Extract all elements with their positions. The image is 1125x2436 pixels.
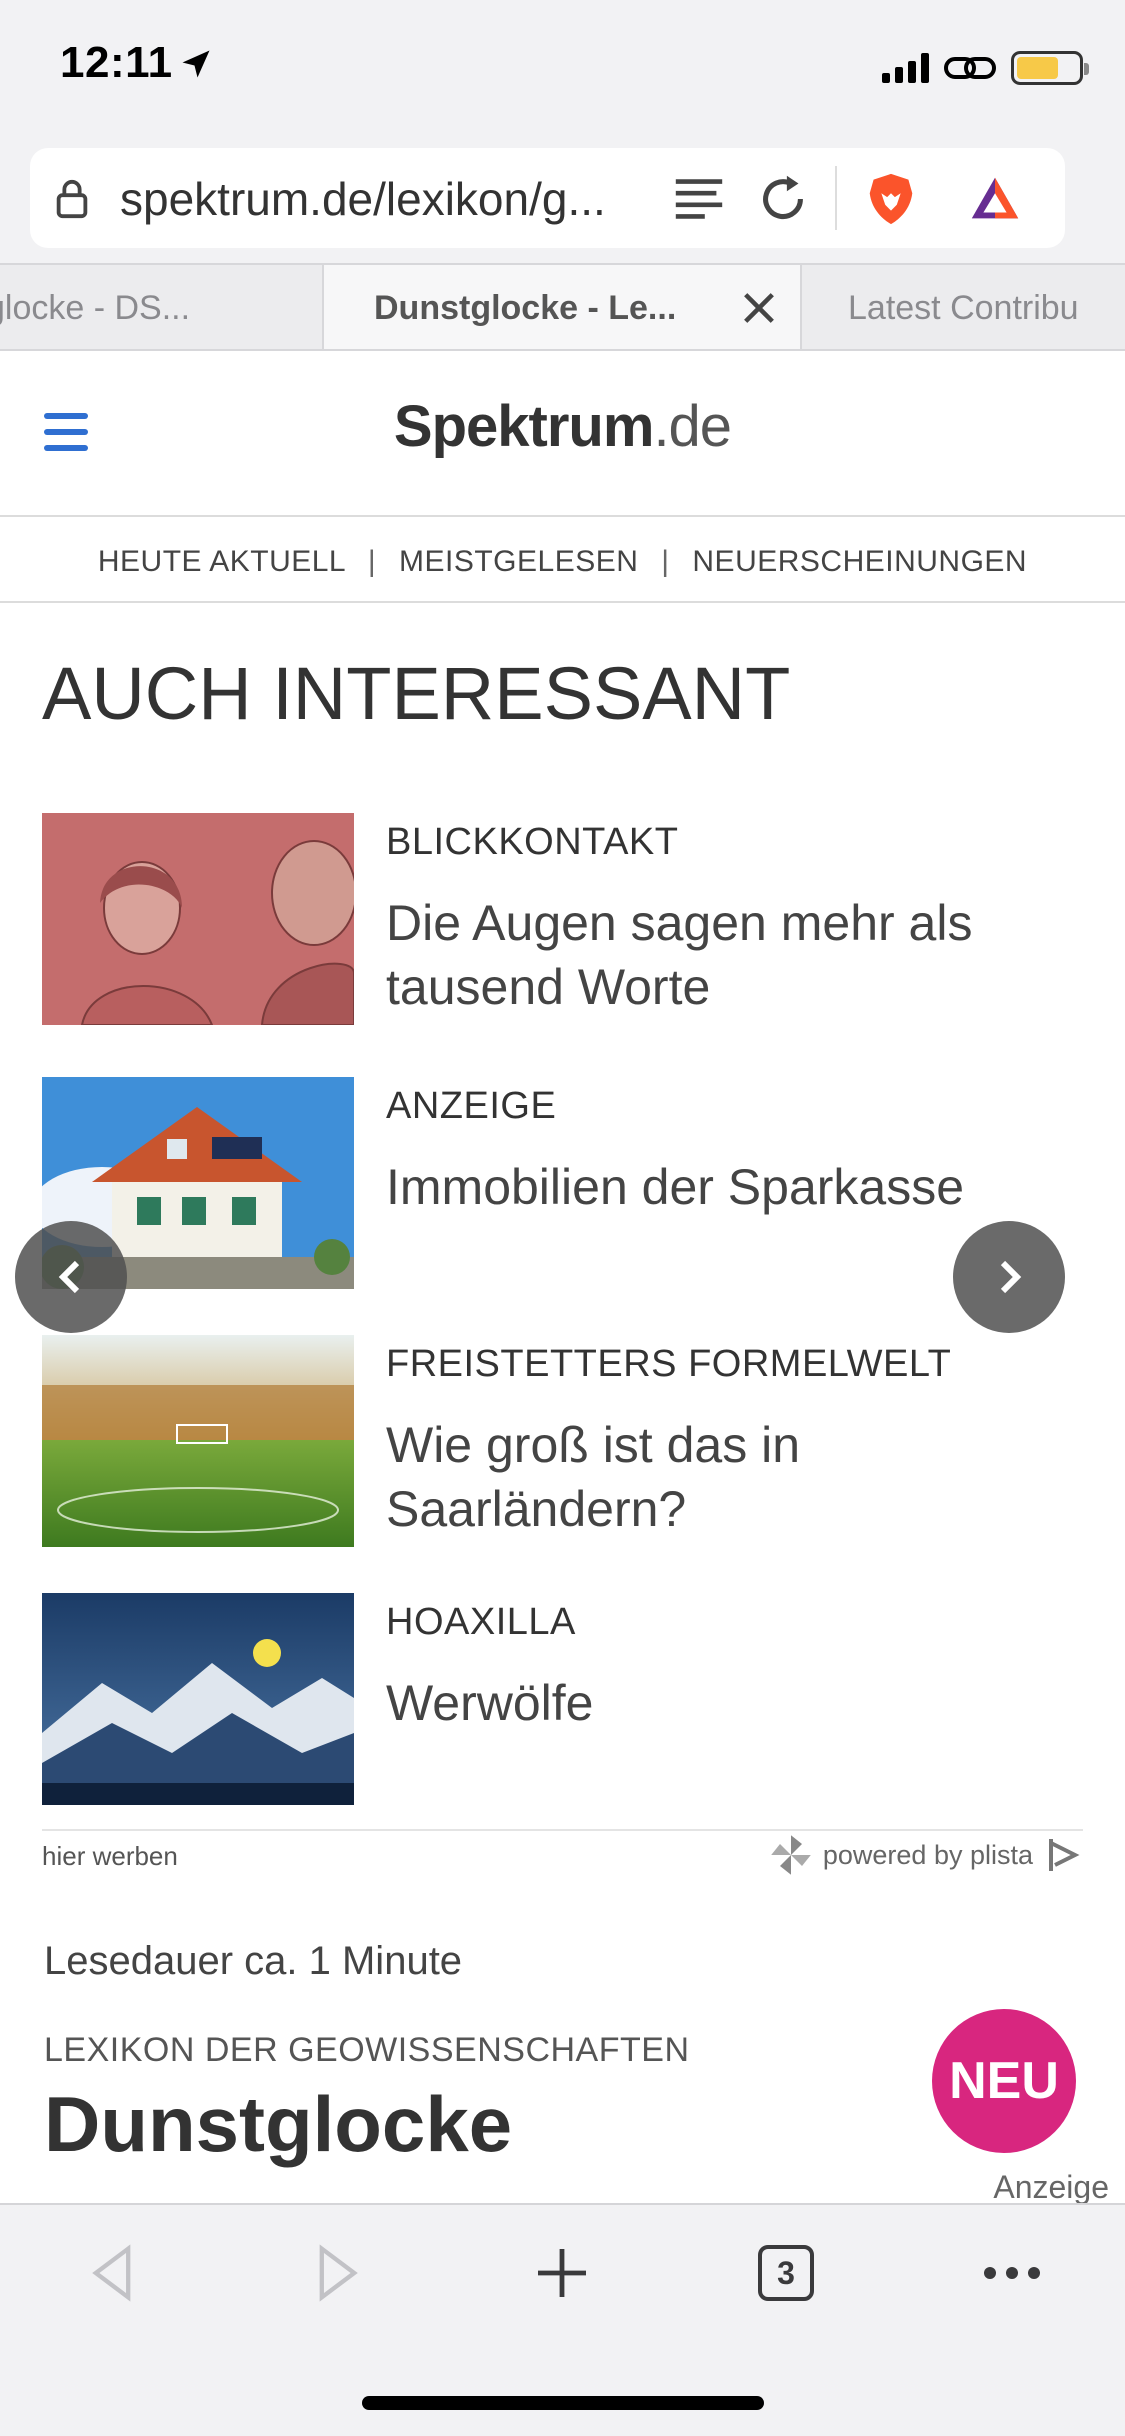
item-title[interactable]: Werwölfe (386, 1671, 1086, 1735)
tab-previous[interactable]: glocke - DS... (0, 265, 322, 349)
neu-badge[interactable]: NEU (932, 2009, 1076, 2153)
forward-button[interactable] (298, 2233, 378, 2313)
recommendation-item[interactable]: BLICKKONTAKT Die Augen sagen mehr als ta… (42, 813, 1082, 1025)
carousel-prev-button[interactable] (15, 1221, 127, 1333)
lock-icon (56, 179, 88, 219)
more-menu-button[interactable] (972, 2233, 1052, 2313)
recommendation-item[interactable]: HOAXILLA Werwölfe (42, 1593, 1082, 1805)
close-icon[interactable] (740, 289, 778, 327)
plista-logo-icon (1049, 1839, 1080, 1871)
item-kicker: ANZEIGE (386, 1085, 557, 1127)
chevron-left-icon (58, 1260, 80, 1294)
item-kicker: HOAXILLA (386, 1601, 576, 1643)
url-divider (835, 166, 837, 230)
more-dots-icon (984, 2267, 1040, 2279)
home-indicator[interactable] (362, 2396, 764, 2410)
thumbnail-eye-contact-illustration (42, 813, 354, 1025)
battery-charging-icon (1011, 51, 1089, 85)
powered-by-text: powered by plista (822, 1839, 1033, 1870)
subnav-separator: | (661, 545, 670, 578)
status-bar: 12:11 (0, 0, 1125, 140)
reload-icon[interactable] (754, 170, 812, 228)
article-category[interactable]: LEXIKON DER GEOWISSENSCHAFTEN (44, 2031, 690, 2070)
reading-time: Lesedauer ca. 1 Minute (44, 1939, 463, 1983)
item-title[interactable]: Wie groß ist das in Saarländern? (386, 1413, 1086, 1541)
link-icon (944, 57, 996, 79)
thumbnail-mountain-moon (42, 1593, 354, 1805)
recommendation-item[interactable]: ANZEIGE Immobilien der Sparkasse (42, 1077, 1082, 1289)
plus-icon (538, 2249, 586, 2297)
logo-suffix: .de (653, 394, 732, 459)
tab-label: glocke - DS... (0, 288, 191, 327)
subnav-separator: | (367, 545, 377, 578)
url-text[interactable]: spektrum.de/lexikon/g... (120, 172, 680, 226)
new-tab-button[interactable] (522, 2233, 602, 2313)
forward-arrow-icon (319, 2244, 358, 2302)
section-title: AUCH INTERESSANT (42, 652, 791, 735)
tab-next[interactable]: Latest Contribu (802, 265, 1125, 349)
plista-divider (42, 1829, 1083, 1831)
tabs-button[interactable]: 3 (746, 2233, 826, 2313)
logo-main: Spektrum (393, 394, 655, 459)
hier-werben-link[interactable]: hier werben (42, 1841, 178, 1872)
back-arrow-icon (92, 2244, 131, 2302)
powered-by-plista[interactable]: powered by plista (769, 1833, 1083, 1877)
brave-rewards-icon[interactable] (966, 170, 1024, 228)
status-icons (882, 48, 1089, 88)
location-arrow-icon (182, 50, 210, 78)
ad-label: Anzeige (993, 2169, 1109, 2203)
plista-pinwheel-icon (771, 1835, 811, 1875)
tab-count: 3 (758, 2245, 814, 2301)
subnav-heute-aktuell[interactable]: HEUTE AKTUELL (98, 545, 345, 578)
sub-navigation: HEUTE AKTUELL | MEISTGELESEN | NEUERSCHE… (0, 521, 1125, 603)
tab-strip: glocke - DS... Dunstglocke - Le... Lates… (0, 263, 1125, 351)
carousel-next-button[interactable] (953, 1221, 1065, 1333)
tab-label: Dunstglocke - Le... (374, 288, 677, 327)
item-title[interactable]: Immobilien der Sparkasse (386, 1155, 1086, 1219)
recommendation-item[interactable]: FREISTETTERS FORMELWELT Wie groß ist das… (42, 1335, 1082, 1547)
item-title[interactable]: Die Augen sagen mehr als tausend Worte (386, 891, 1086, 1019)
site-logo[interactable]: Spektrum.de (0, 393, 1125, 460)
status-time: 12:11 (60, 38, 173, 87)
subnav-neuerscheinungen[interactable]: NEUERSCHEINUNGEN (692, 545, 1027, 578)
brave-shields-icon[interactable] (862, 170, 920, 228)
tab-active[interactable]: Dunstglocke - Le... (322, 265, 802, 349)
thumbnail-stadium (42, 1335, 354, 1547)
reader-mode-icon[interactable] (670, 170, 728, 228)
subnav-divider (0, 601, 1125, 603)
item-kicker: FREISTETTERS FORMELWELT (386, 1343, 952, 1385)
web-page: Spektrum.de HEUTE AKTUELL | MEISTGELESEN… (0, 351, 1125, 2203)
subnav-meistgelesen[interactable]: MEISTGELESEN (399, 545, 638, 578)
back-button[interactable] (72, 2233, 152, 2313)
url-bar[interactable]: spektrum.de/lexikon/g... (30, 148, 1065, 248)
chevron-right-icon (1000, 1260, 1022, 1294)
header-divider (0, 515, 1125, 517)
tab-label: Latest Contribu (848, 288, 1079, 327)
signal-icon (882, 53, 929, 83)
item-kicker: BLICKKONTAKT (386, 821, 679, 863)
article-title: Dunstglocke (44, 2080, 513, 2168)
